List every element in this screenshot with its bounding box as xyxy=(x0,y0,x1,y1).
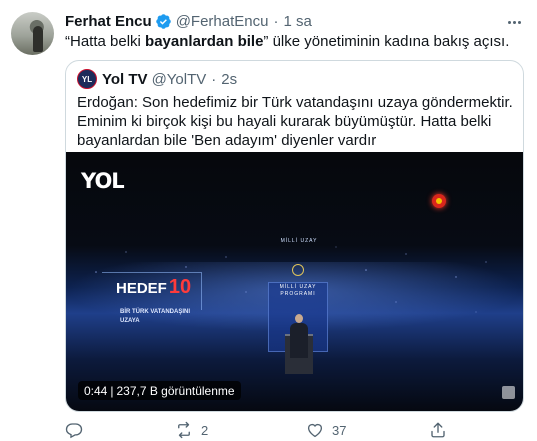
hedef-subtitle: BİR TÜRK VATANDAŞINI UZAYA xyxy=(120,308,190,326)
video-views: 237,7 B görüntülenme xyxy=(116,383,235,398)
retweet-icon xyxy=(178,421,190,439)
header-separator: · xyxy=(273,12,279,30)
tweet-text-before: “Hatta belki xyxy=(65,33,146,50)
hedef-sub-line1: BİR TÜRK VATANDAŞINI xyxy=(120,309,190,315)
retweet-button[interactable]: 2 xyxy=(175,420,208,440)
quoted-tweet-text: Erdoğan: Son hedefimiz bir Türk vatandaş… xyxy=(77,94,513,149)
tweet-text-after: ” ülke yönetiminin kadına bakış açısı. xyxy=(263,33,510,50)
tweet-text-bold: bayanlardan bile xyxy=(145,33,264,50)
author-avatar[interactable] xyxy=(11,12,54,55)
heart-icon xyxy=(307,423,323,438)
quoted-author-name: Yol TV xyxy=(102,70,148,88)
tweet-header: Ferhat Encu @FerhatEncu · 1 sa xyxy=(65,12,312,30)
channel-logo: YOL xyxy=(81,169,125,193)
quoted-tweet-timestamp: 2s xyxy=(221,70,238,88)
author-name[interactable]: Ferhat Encu xyxy=(65,13,152,30)
quoted-tweet[interactable]: YL Yol TV @YolTV · 2s Erdoğan: Son hedef… xyxy=(65,60,524,412)
reply-button[interactable] xyxy=(65,420,83,440)
speaker xyxy=(288,314,310,358)
tweet-text: “Hatta belki bayanlardan bile” ülke yöne… xyxy=(65,32,509,51)
screen-top-text: MİLLİ UZAY xyxy=(280,238,318,244)
video-duration: 0:44 xyxy=(84,383,108,398)
quoted-author-avatar: YL xyxy=(77,69,97,89)
share-icon xyxy=(431,422,445,438)
quoted-author-handle: @YolTV xyxy=(151,70,207,88)
video-info-badge: 0:44 | 237,7 B görüntülenme xyxy=(78,381,241,400)
tweet-actions: 2 37 xyxy=(65,420,505,440)
quoted-header-separator: · xyxy=(211,70,217,88)
like-button[interactable]: 37 xyxy=(306,420,346,440)
retweet-count: 2 xyxy=(201,422,209,438)
stage-screen-text: MİLLİ UZAY PROGRAMI xyxy=(279,284,317,297)
share-button[interactable] xyxy=(429,420,447,440)
hedef-sub-line2: UZAYA xyxy=(120,318,140,324)
hedef-title: HEDEF 10 xyxy=(116,276,191,299)
reply-icon xyxy=(65,423,83,439)
mute-icon[interactable] xyxy=(502,386,515,399)
like-count: 37 xyxy=(332,422,347,438)
video-player[interactable]: YOL MİLLİ UZAY MİLLİ UZAY PROGRAMI HEDEF… xyxy=(66,152,523,411)
program-emblem-icon xyxy=(292,264,304,276)
tweet-timestamp[interactable]: 1 sa xyxy=(283,13,311,30)
quoted-tweet-header: YL Yol TV @YolTV · 2s xyxy=(77,69,237,89)
verified-badge-icon xyxy=(155,13,172,30)
hedef-label: HEDEF xyxy=(116,280,167,297)
more-options-icon[interactable] xyxy=(505,14,523,30)
hedef-number: 10 xyxy=(168,276,192,298)
tweet[interactable]: Ferhat Encu @FerhatEncu · 1 sa “Hatta be… xyxy=(0,0,537,441)
views-separator: | xyxy=(110,383,114,398)
turkish-space-emblem-icon xyxy=(432,194,446,208)
author-handle[interactable]: @FerhatEncu xyxy=(176,13,269,30)
